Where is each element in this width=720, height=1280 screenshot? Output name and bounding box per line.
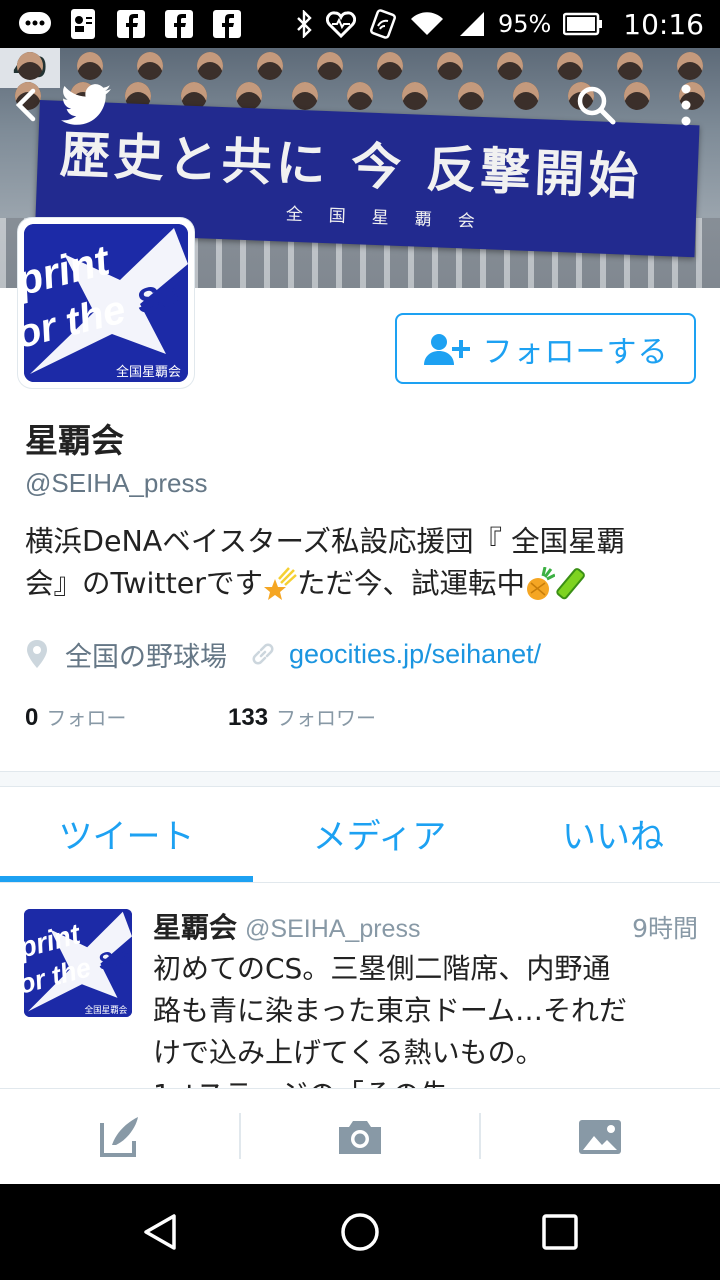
- tab-media[interactable]: メディア: [253, 787, 506, 879]
- tab-likes[interactable]: いいね: [506, 787, 720, 879]
- follow-button-label: フォローする: [482, 334, 669, 370]
- followers-number: 133: [228, 704, 269, 731]
- bluetooth-icon: [297, 10, 312, 38]
- tweet-author-name: 星覇会: [153, 911, 238, 944]
- tweet-timestamp: 9時間: [632, 914, 698, 943]
- profile-name: 星覇会: [25, 421, 124, 460]
- shooting-star-emoji-icon: [264, 567, 297, 600]
- message-notification-icon: [18, 8, 52, 40]
- tweet-item[interactable]: print or the Star 全国星覇会 星覇会 @SEIHA_press…: [0, 884, 720, 1088]
- location-pin-icon: [27, 640, 47, 668]
- followers-label: フォロワー: [276, 706, 377, 730]
- nav-recents-icon: [542, 1214, 578, 1250]
- cheer-banner-text: 歴史と共に 今 反撃開始: [58, 124, 644, 207]
- camera-icon: [339, 1121, 381, 1154]
- compose-icon: [100, 1117, 138, 1157]
- overflow-menu-button[interactable]: [670, 80, 702, 130]
- bio-line-2: 会』のTwitterです ただ今、試運転中: [25, 563, 705, 605]
- tweet-avatar-footer: 全国星覇会: [85, 1004, 128, 1016]
- tweet-header: 星覇会 @SEIHA_press 9時間: [153, 906, 698, 946]
- signal-icon: [459, 12, 484, 36]
- clock: 10:16: [623, 7, 704, 41]
- compose-tweet-button[interactable]: [0, 1089, 240, 1185]
- tweet-avatar-logo: print or the Star 全国星覇会: [24, 909, 132, 1017]
- profile-url-link[interactable]: geocities.jp/seihanet/: [289, 639, 541, 670]
- facebook-icon-3: [210, 8, 244, 40]
- facebook-icon-2: [162, 8, 196, 40]
- avatar-logo: print or the Star 全国星覇会: [24, 224, 188, 382]
- facebook-icon: [114, 8, 148, 40]
- following-number: 0: [25, 704, 39, 731]
- followers-count[interactable]: 133 フォロワー: [228, 702, 376, 732]
- gallery-button[interactable]: [480, 1089, 720, 1185]
- follow-button[interactable]: フォローする: [395, 313, 696, 384]
- system-indicators: 95% 10:16: [296, 0, 704, 48]
- active-tab-indicator: [0, 876, 253, 882]
- tweet-avatar[interactable]: print or the Star 全国星覇会: [24, 909, 132, 1017]
- crowd-back-row: [0, 52, 720, 80]
- back-arrow-icon: [15, 88, 36, 122]
- profile-handle: @SEIHA_press: [25, 468, 208, 498]
- overflow-menu-icon: [681, 84, 691, 126]
- pineapple-emoji-icon: [527, 567, 556, 600]
- bio-line-1: 横浜DeNAベイスターズ私設応援団『 全国星覇: [25, 525, 626, 558]
- nav-home-icon: [341, 1213, 379, 1251]
- compose-bar: [0, 1088, 720, 1184]
- twitter-logo: [58, 80, 114, 130]
- wifi-icon: [410, 12, 443, 35]
- status-bar: 95% 10:16: [0, 0, 720, 48]
- avatar-image: print or the Star 全国星覇会: [24, 224, 188, 382]
- nav-back-icon: [144, 1214, 176, 1250]
- profile-tabs: ツイート メディア いいね: [0, 787, 720, 883]
- camera-button[interactable]: [240, 1089, 480, 1185]
- avatar-footer: 全国星覇会: [116, 364, 181, 380]
- cheer-banner-subtext: 全国星覇会: [285, 204, 502, 233]
- tweet-text-line-2: 路も青に染まった東京ドーム…それだ: [153, 994, 628, 1027]
- tweet-author-handle: @SEIHA_press: [245, 915, 421, 943]
- profile-bio: 横浜DeNAベイスターズ私設応援団『 全国星覇 会』のTwitterです ただ今…: [25, 521, 705, 605]
- profile-meta: 全国の野球場 geocities.jp/seihanet/: [25, 634, 541, 674]
- battery-icon: [563, 12, 603, 36]
- tweet-text-line-3: けで込み上げてくる熱いもの。: [153, 1036, 544, 1069]
- nfc-icon: [369, 9, 396, 39]
- tab-tweets[interactable]: ツイート: [0, 787, 253, 879]
- profile-location: 全国の野球場: [65, 641, 227, 673]
- notification-icons: [18, 8, 244, 40]
- section-divider: [0, 771, 720, 787]
- follow-counts: 0 フォロー 133 フォロワー: [25, 702, 376, 738]
- tweet-text: 初めてのCS。三塁側二階席、内野通 路も青に染まった東京ドーム…それだ けで込み…: [153, 948, 698, 1088]
- heart-rate-icon: [325, 11, 356, 38]
- gallery-icon: [579, 1120, 621, 1154]
- back-button[interactable]: [6, 80, 46, 130]
- nav-back-button[interactable]: [130, 1202, 190, 1262]
- add-person-icon: [423, 333, 470, 365]
- bio-text-2a: 会』のTwitterです: [25, 567, 264, 600]
- contact-card-icon: [66, 8, 100, 40]
- pencil-emoji-icon: [556, 568, 585, 600]
- search-button[interactable]: [570, 80, 622, 130]
- android-navigation-bar: [0, 1184, 720, 1280]
- following-count[interactable]: 0 フォロー: [25, 702, 228, 732]
- nav-recents-button[interactable]: [530, 1202, 590, 1262]
- link-icon: [252, 643, 274, 665]
- profile-avatar[interactable]: print or the Star 全国星覇会: [18, 218, 194, 388]
- tweet-text-line-1: 初めてのCS。三塁側二階席、内野通: [153, 952, 611, 985]
- bio-text-2b: ただ今、試運転中: [297, 567, 526, 600]
- battery-percent: 95%: [497, 10, 552, 38]
- twitter-bird-icon: [61, 84, 111, 125]
- search-icon: [577, 86, 616, 125]
- nav-home-button[interactable]: [330, 1202, 390, 1262]
- tweet-text-line-4: 1stステージの「その先」: [153, 1074, 698, 1088]
- following-label: フォロー: [46, 706, 127, 730]
